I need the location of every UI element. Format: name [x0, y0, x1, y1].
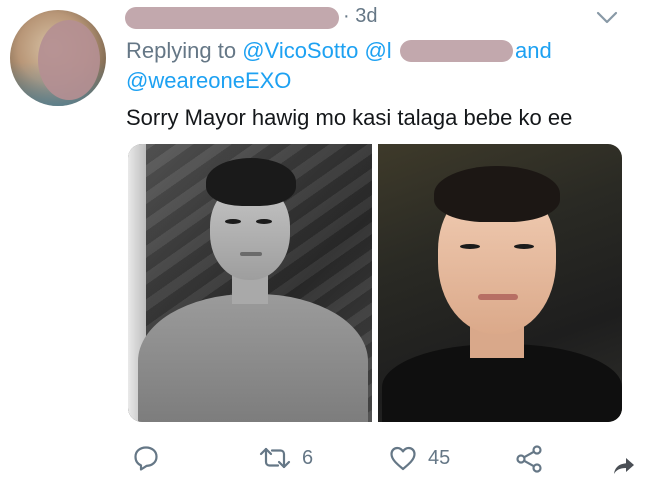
photo-right-eye-left — [460, 244, 480, 249]
tweet-media[interactable] — [128, 144, 622, 422]
display-name-redaction — [125, 7, 339, 29]
tweet-timestamp[interactable]: · 3d — [343, 5, 377, 28]
retweet-button[interactable]: 6 — [258, 444, 313, 472]
share-button[interactable] — [514, 444, 544, 474]
share-nodes-icon — [516, 445, 542, 473]
send-button[interactable] — [612, 456, 636, 476]
photo-right-mouth — [478, 294, 518, 300]
photo-right-hair — [434, 166, 560, 222]
like-button[interactable]: 45 — [388, 444, 450, 472]
avatar-redaction — [38, 20, 100, 100]
photo-left-hair — [206, 158, 296, 206]
reply-handle-vicosotto[interactable]: @VicoSotto — [242, 38, 358, 63]
reply-handle-weareoneexo[interactable]: @weareoneEXO — [126, 68, 291, 94]
photo-left-shirt — [138, 294, 368, 422]
tweet-text: Sorry Mayor hawig mo kasi talaga bebe ko… — [126, 105, 573, 130]
heart-icon — [390, 446, 416, 471]
media-photo-left[interactable] — [128, 144, 372, 422]
handle-redaction — [400, 40, 513, 62]
tweet: · 3d Replying to @VicoSotto @l and @wear… — [0, 0, 649, 497]
replying-to-label: Replying to — [126, 38, 237, 63]
photo-left-mouth — [240, 252, 262, 256]
avatar[interactable] — [10, 10, 106, 106]
photo-left-eye-right — [256, 219, 272, 224]
retweet-icon — [259, 447, 291, 469]
tweet-actions: 6 45 — [0, 440, 649, 490]
photo-left-eye-left — [225, 219, 241, 224]
speech-bubble-icon — [134, 446, 158, 471]
replying-to-line: Replying to @VicoSotto @l — [126, 38, 392, 64]
timestamp-value: 3d — [355, 5, 378, 27]
like-count: 45 — [428, 446, 451, 469]
chevron-down-icon[interactable] — [596, 10, 618, 26]
retweet-count: 6 — [302, 446, 314, 469]
reply-handle-partial[interactable]: @l — [364, 38, 391, 63]
forward-arrow-icon — [614, 458, 634, 474]
replying-and-label[interactable]: and — [515, 38, 552, 64]
photo-right-eye-right — [514, 244, 534, 249]
reply-button[interactable] — [132, 444, 170, 472]
timestamp-separator: · — [343, 5, 350, 27]
media-photo-right[interactable] — [378, 144, 622, 422]
